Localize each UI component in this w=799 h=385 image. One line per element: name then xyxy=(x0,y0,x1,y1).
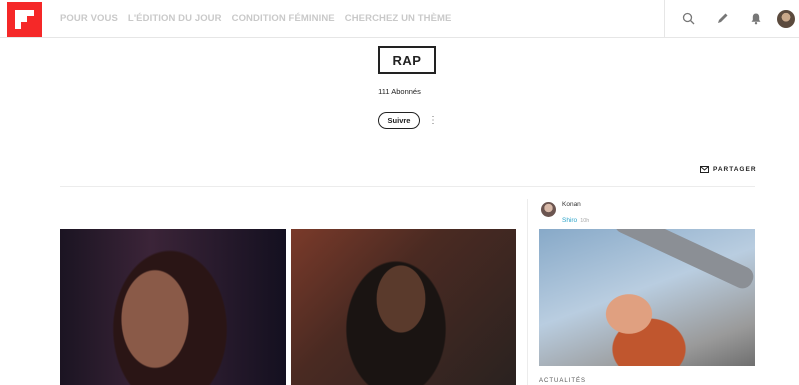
topic-title: RAP xyxy=(378,46,436,74)
nav-item-pour-vous[interactable]: POUR VOUS xyxy=(60,13,118,24)
more-options-icon[interactable]: ⋮ xyxy=(428,114,438,127)
article-image-2[interactable] xyxy=(291,229,516,385)
author-info: Konan Shiro 10h xyxy=(562,200,589,227)
envelope-icon xyxy=(700,166,709,173)
flipboard-logo[interactable] xyxy=(7,2,42,37)
compose-button[interactable] xyxy=(705,0,739,37)
source-link[interactable]: Shiro xyxy=(562,217,577,224)
article-image-3[interactable] xyxy=(539,229,755,366)
article-image-1[interactable] xyxy=(60,229,286,385)
top-bar: POUR VOUS L'ÉDITION DU JOUR CONDITION FÉ… xyxy=(0,0,799,38)
category-label: ACTUALITÉS xyxy=(539,378,587,384)
column-divider xyxy=(527,199,528,385)
nav-item-cherchez-un-theme[interactable]: CHERCHEZ UN THÈME xyxy=(345,13,452,24)
author-avatar xyxy=(541,202,556,217)
search-icon xyxy=(682,12,694,25)
toolbar xyxy=(664,0,799,37)
share-button[interactable]: PARTAGER xyxy=(700,166,757,173)
main-nav: POUR VOUS L'ÉDITION DU JOUR CONDITION FÉ… xyxy=(60,13,451,24)
nav-item-condition-feminine[interactable]: CONDITION FÉMININE xyxy=(232,13,335,24)
image-detail xyxy=(611,229,755,292)
post-age: 10h xyxy=(580,218,590,224)
nav-item-edition-du-jour[interactable]: L'ÉDITION DU JOUR xyxy=(128,13,222,24)
author-name: Konan xyxy=(562,201,581,208)
pencil-icon xyxy=(717,13,727,23)
author-block[interactable]: Konan Shiro 10h xyxy=(541,200,589,227)
share-label: PARTAGER xyxy=(713,166,757,173)
subscriber-count: 111 Abonnés xyxy=(378,87,421,96)
follow-button[interactable]: Suivre xyxy=(378,112,420,129)
toolbar-divider xyxy=(664,0,665,37)
search-button[interactable] xyxy=(671,0,705,37)
bell-icon xyxy=(751,13,761,25)
divider xyxy=(60,186,755,187)
notifications-button[interactable] xyxy=(739,0,773,37)
avatar[interactable] xyxy=(777,9,795,28)
